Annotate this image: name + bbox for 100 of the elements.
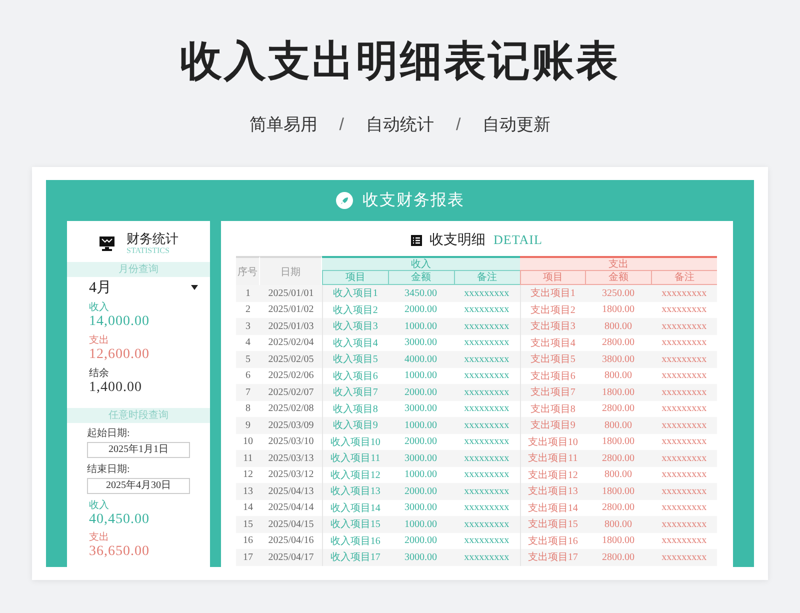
- figure-value: 14,000.00: [89, 314, 150, 330]
- table-cell-text: xxxxxxxxx: [463, 369, 510, 384]
- table-cell: 2025/02/05: [260, 351, 322, 368]
- table-cell-text: 3000.00: [403, 402, 438, 416]
- monitor-icon: [98, 236, 114, 251]
- figure-value: 12,600.00: [89, 347, 150, 363]
- table-cell: 3000.00: [388, 549, 454, 566]
- figure-label: 支出: [89, 334, 110, 347]
- table-cell-text: 14: [242, 501, 254, 516]
- table-cell: 2025/02/07: [260, 384, 322, 400]
- table-cell: 收入项目3: [322, 318, 388, 334]
- column-header: 项目: [520, 270, 586, 285]
- table-cell-text: xxxxxxxxx: [660, 501, 708, 516]
- table-cell: 11: [236, 450, 260, 466]
- table-cell: 800.00: [585, 516, 652, 532]
- table-cell: xxxxxxxxx: [651, 318, 717, 334]
- table-cell: xxxxxxxxx: [454, 318, 520, 334]
- table-cell-text: 16: [242, 534, 254, 548]
- table-cell: 2025/04/17: [260, 549, 322, 566]
- page-title: 收入支出明细表记账表: [180, 36, 620, 86]
- list-icon: [410, 234, 422, 246]
- table-cell-text: xxxxxxxxx: [660, 369, 708, 384]
- figure-label: 收入: [89, 499, 110, 512]
- table-cell: 1800.00: [585, 483, 652, 500]
- table-cell: xxxxxxxxx: [454, 384, 520, 400]
- table-cell: 收入项目5: [322, 351, 388, 368]
- table-cell: 15: [236, 516, 260, 532]
- table-cell-text: 2000.00: [403, 435, 438, 450]
- table-cell: 1000.00: [388, 516, 454, 532]
- table-cell-text: 1000.00: [403, 369, 438, 384]
- table-cell: 支出项目3: [520, 318, 586, 334]
- table-cell: 1800.00: [585, 384, 652, 400]
- table-cell: 2025/03/09: [260, 417, 322, 434]
- table-cell-text: 1800.00: [600, 435, 636, 450]
- table-cell-text: 2000.00: [403, 534, 438, 548]
- table-cell-text: xxxxxxxxx: [463, 402, 510, 416]
- date-field[interactable]: 2025年4月30日: [87, 478, 190, 494]
- detail-subtitle: DETAIL: [494, 232, 542, 248]
- table-cell: xxxxxxxxx: [651, 285, 717, 302]
- table-cell: xxxxxxxxx: [651, 351, 717, 368]
- detail-title: 收支明细: [430, 232, 486, 249]
- month-dropdown[interactable]: 4月: [67, 277, 210, 297]
- column-header: 备注: [454, 270, 520, 285]
- table-cell-text: xxxxxxxxx: [463, 534, 510, 548]
- table-cell-text: 1800.00: [600, 303, 636, 318]
- table-cell: xxxxxxxxx: [454, 417, 520, 434]
- table-cell: 2000.00: [388, 384, 454, 400]
- table-cell-text: xxxxxxxxx: [660, 435, 708, 450]
- table-cell: 2800.00: [585, 450, 652, 466]
- table-cell: xxxxxxxxx: [651, 450, 717, 466]
- table-cell: 9: [236, 417, 260, 434]
- table-cell-text: 2025/03/12: [267, 468, 315, 482]
- table-cell: xxxxxxxxx: [454, 450, 520, 466]
- table-cell: 1: [236, 285, 260, 302]
- statistics-title: 财务统计: [126, 231, 178, 246]
- table-cell-text: xxxxxxxxx: [660, 336, 708, 350]
- table-cell-text: 8: [244, 402, 252, 416]
- table-cell-text: xxxxxxxxx: [660, 303, 708, 318]
- table-cell: xxxxxxxxx: [454, 516, 520, 532]
- table-cell-text: 800.00: [603, 369, 633, 384]
- feature-label: 自动统计: [366, 114, 434, 136]
- table-cell: 4000.00: [388, 351, 454, 368]
- table-cell-text: xxxxxxxxx: [463, 336, 510, 350]
- group-header: 支出: [520, 256, 717, 270]
- table-cell: 800.00: [585, 318, 652, 334]
- column-header: 序号: [236, 256, 260, 285]
- date-field[interactable]: 2025年1月1日: [87, 442, 190, 458]
- group-header: 收入: [322, 256, 520, 270]
- table-cell-text: 2025/02/08: [267, 402, 315, 416]
- table-cell-text: xxxxxxxxx: [463, 468, 510, 482]
- figure-label: 收入: [89, 301, 110, 314]
- table-cell: xxxxxxxxx: [651, 516, 717, 532]
- table-cell-text: 2025/04/16: [267, 534, 315, 548]
- table-cell: 支出项目17: [520, 549, 586, 566]
- column-header: 金额: [585, 270, 652, 285]
- table-cell-text: 1800.00: [600, 534, 636, 548]
- separator: /: [456, 114, 461, 136]
- table-cell: 3: [236, 318, 260, 334]
- table-cell: 收入项目11: [322, 450, 388, 466]
- table-cell-text: 2025/02/04: [267, 336, 315, 350]
- table-cell-text: 2025/03/10: [267, 435, 315, 450]
- table-cell: xxxxxxxxx: [454, 483, 520, 500]
- table-cell: 支出项目15: [520, 516, 586, 532]
- table-cell: 支出项目5: [520, 351, 586, 368]
- table-cell-text: xxxxxxxxx: [463, 303, 510, 318]
- table-cell: 收入项目1: [322, 285, 388, 302]
- table-cell-text: 2025/01/02: [267, 303, 315, 318]
- column-header: 项目: [322, 270, 388, 285]
- table-cell: 5: [236, 351, 260, 368]
- table-cell: 支出项目9: [520, 417, 586, 434]
- table-cell-text: 2800.00: [600, 402, 636, 416]
- figure-label: 结余: [89, 367, 110, 380]
- table-cell: xxxxxxxxx: [651, 483, 717, 500]
- table-cell-text: 3000.00: [403, 501, 438, 516]
- table-cell: 800.00: [585, 417, 652, 434]
- table-cell-text: 2800.00: [600, 336, 636, 350]
- table-cell-text: xxxxxxxxx: [660, 468, 708, 482]
- table-cell-text: 10: [242, 435, 254, 450]
- section-heading: 任意时段查询: [67, 408, 210, 423]
- table-cell: 收入项目15: [322, 516, 388, 532]
